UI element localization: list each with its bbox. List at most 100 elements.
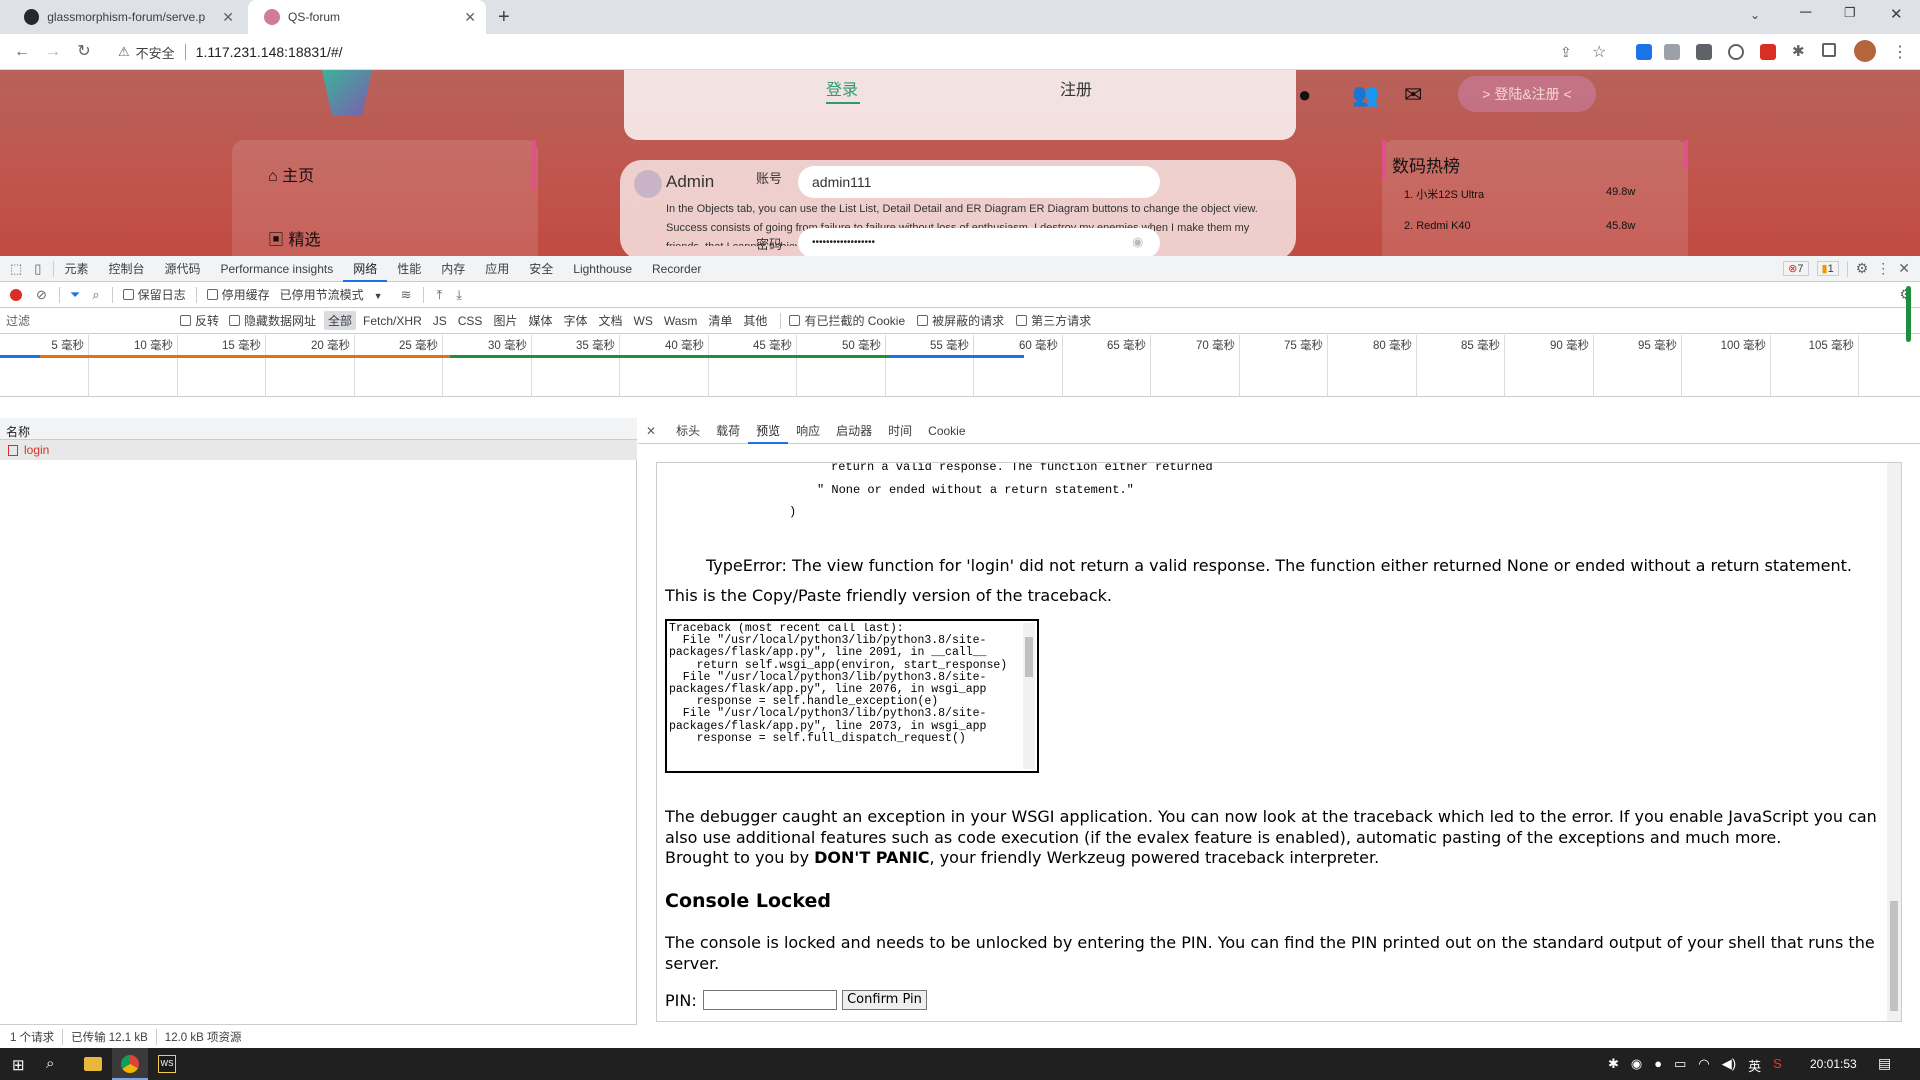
mail-icon[interactable]: ✉ (1404, 82, 1422, 108)
close-tab-icon[interactable]: ✕ (464, 9, 476, 26)
hot-list-item[interactable]: 1. 小米12S Ultra (1404, 186, 1484, 202)
close-devtools-icon[interactable]: ✕ (1898, 260, 1910, 277)
extension-icon[interactable] (1728, 44, 1744, 60)
preserve-log-checkbox[interactable]: 保留日志 (122, 286, 186, 303)
devtools-tab[interactable]: Performance insights (211, 256, 344, 282)
filter-icon[interactable]: ⏷ (70, 287, 80, 303)
extension-icon[interactable] (1760, 44, 1776, 60)
share-icon[interactable]: ⇪ (1560, 44, 1572, 61)
notification-icon[interactable]: ▤ (1878, 1055, 1891, 1072)
device-toolbar-icon[interactable]: ▯ (34, 261, 41, 277)
tab-register[interactable]: 注册 (1060, 76, 1092, 100)
browser-tab[interactable]: glassmorphism-forum/serve.p ✕ (8, 0, 244, 34)
detail-tab[interactable]: Cookie (920, 418, 973, 444)
tab-login[interactable]: 登录 (826, 76, 858, 100)
sidebar-item-home[interactable]: ⌂ 主页 (268, 162, 314, 186)
devtools-tab[interactable]: Lighthouse (563, 256, 642, 282)
extension-icon[interactable] (1696, 44, 1712, 60)
maximize-icon[interactable]: ❐ (1844, 5, 1856, 21)
show-password-icon[interactable]: ◉ (1132, 234, 1143, 250)
detail-tab[interactable]: 载荷 (708, 418, 748, 444)
login-register-button[interactable]: > 登陆&注册 < (1458, 76, 1596, 112)
disable-cache-checkbox[interactable]: 停用缓存 (206, 286, 270, 303)
devtools-menu-icon[interactable]: ⋮ (1876, 260, 1890, 277)
close-detail-icon[interactable]: ✕ (646, 424, 656, 438)
devtools-tab[interactable]: 控制台 (98, 256, 154, 282)
file-explorer-icon[interactable] (84, 1057, 102, 1071)
users-icon[interactable]: 👥 (1352, 82, 1379, 108)
extension-icon[interactable] (1664, 44, 1680, 60)
pin-input[interactable] (703, 990, 837, 1010)
devtools-tab[interactable]: 安全 (519, 256, 563, 282)
name-column-header[interactable]: 名称 (0, 418, 637, 440)
detail-tab[interactable]: 时间 (880, 418, 920, 444)
logo-icon[interactable] (322, 70, 372, 116)
type-filter-button[interactable]: 图片 (489, 311, 521, 330)
ime-indicator[interactable]: 英 (1748, 1056, 1761, 1075)
type-filter-button[interactable]: CSS (454, 313, 487, 329)
minimize-icon[interactable]: ─ (1800, 4, 1811, 22)
extensions-puzzle-icon[interactable]: ✱ (1792, 42, 1805, 60)
clock[interactable]: 20:01:53 (1810, 1057, 1857, 1071)
devtools-tab[interactable]: Recorder (642, 256, 711, 282)
omnibox[interactable]: ⚠ 不安全 1.117.231.148:18831/#/ (108, 40, 1598, 64)
preview-scrollbar[interactable] (1887, 463, 1901, 1021)
inspect-icon[interactable]: ⬚ (10, 261, 22, 277)
input-method-icon[interactable]: S (1773, 1056, 1782, 1075)
detail-tab[interactable]: 响应 (788, 418, 828, 444)
type-filter-button[interactable]: JS (429, 313, 451, 329)
extension-icon[interactable] (1636, 44, 1652, 60)
devtools-tab[interactable]: 元素 (54, 256, 98, 282)
bookmark-star-icon[interactable]: ☆ (1592, 42, 1606, 62)
type-filter-button[interactable]: 清单 (704, 311, 736, 330)
settings-gear-icon[interactable]: ⚙ (1856, 260, 1869, 277)
close-tab-icon[interactable]: ✕ (222, 9, 234, 26)
export-har-icon[interactable]: ⤓ (456, 287, 462, 303)
drag-handle[interactable] (1906, 286, 1911, 342)
chrome-taskbar-button[interactable] (112, 1048, 148, 1080)
devtools-tab[interactable]: 内存 (431, 256, 475, 282)
timeline-overview[interactable]: 5 毫秒 10 毫秒 15 毫秒 20 毫秒 25 毫秒 30 毫秒 35 毫秒 40 毫秒 4… (0, 335, 1920, 397)
import-har-icon[interactable]: ⤒ (436, 287, 442, 303)
scrollbar-thumb[interactable] (1025, 637, 1033, 677)
clear-icon[interactable]: ⊘ (36, 287, 47, 303)
invert-checkbox[interactable]: 反转 (180, 312, 219, 329)
network-conditions-icon[interactable]: ≋ (401, 287, 412, 303)
detail-tab[interactable]: 标头 (668, 418, 708, 444)
hide-data-urls-checkbox[interactable]: 隐藏数据网址 (229, 312, 316, 329)
search-icon[interactable]: ⌕ (46, 1055, 54, 1072)
type-filter-button[interactable]: 文档 (594, 311, 626, 330)
webstorm-icon[interactable]: WS (158, 1055, 176, 1073)
devtools-tab[interactable]: 网络 (343, 256, 388, 282)
warning-count[interactable]: 1 (1828, 263, 1834, 275)
windows-start-icon[interactable]: ⊞ (12, 1056, 25, 1074)
hot-list-item[interactable]: 2. Redmi K40 (1404, 220, 1471, 232)
volume-icon[interactable]: ◀) (1722, 1056, 1736, 1075)
traceback-textarea[interactable]: Traceback (most recent call last): File … (665, 619, 1039, 773)
blocked-cookies-checkbox[interactable]: 有已拦截的 Cookie (789, 312, 905, 329)
type-filter-button[interactable]: WS (630, 313, 657, 329)
devtools-tab[interactable]: 源代码 (154, 256, 210, 282)
type-filter-button[interactable]: 全部 (324, 311, 357, 330)
third-party-checkbox[interactable]: 第三方请求 (1016, 312, 1091, 329)
avatar[interactable] (1854, 40, 1876, 62)
devtools-tab[interactable]: 应用 (475, 256, 519, 282)
search-icon[interactable]: ⌕ (92, 287, 99, 303)
type-filter-button[interactable]: Fetch/XHR (359, 313, 426, 329)
close-window-icon[interactable]: ✕ (1890, 5, 1903, 23)
bluetooth-icon[interactable]: ✱ (1608, 1056, 1619, 1075)
type-filter-button[interactable]: 其他 (739, 311, 771, 330)
forward-icon[interactable]: → (43, 42, 63, 62)
browser-tab-active[interactable]: QS-forum ✕ (248, 0, 486, 34)
side-panel-icon[interactable] (1822, 43, 1836, 57)
battery-icon[interactable]: ▭ (1674, 1056, 1686, 1075)
detail-tab[interactable]: 预览 (748, 418, 789, 444)
tab-search-icon[interactable]: ⌄ (1750, 8, 1760, 22)
type-filter-button[interactable]: 字体 (559, 311, 591, 330)
password-input[interactable]: •••••••••••••••••• (798, 228, 1160, 256)
scrollbar-thumb[interactable] (1890, 901, 1898, 1011)
app-tray-icon[interactable]: ● (1654, 1056, 1662, 1075)
sidebar-item-featured[interactable]: ▣ 精选 (268, 226, 320, 250)
devtools-tab[interactable]: 性能 (387, 256, 431, 282)
reload-icon[interactable]: ↻ (74, 42, 94, 62)
